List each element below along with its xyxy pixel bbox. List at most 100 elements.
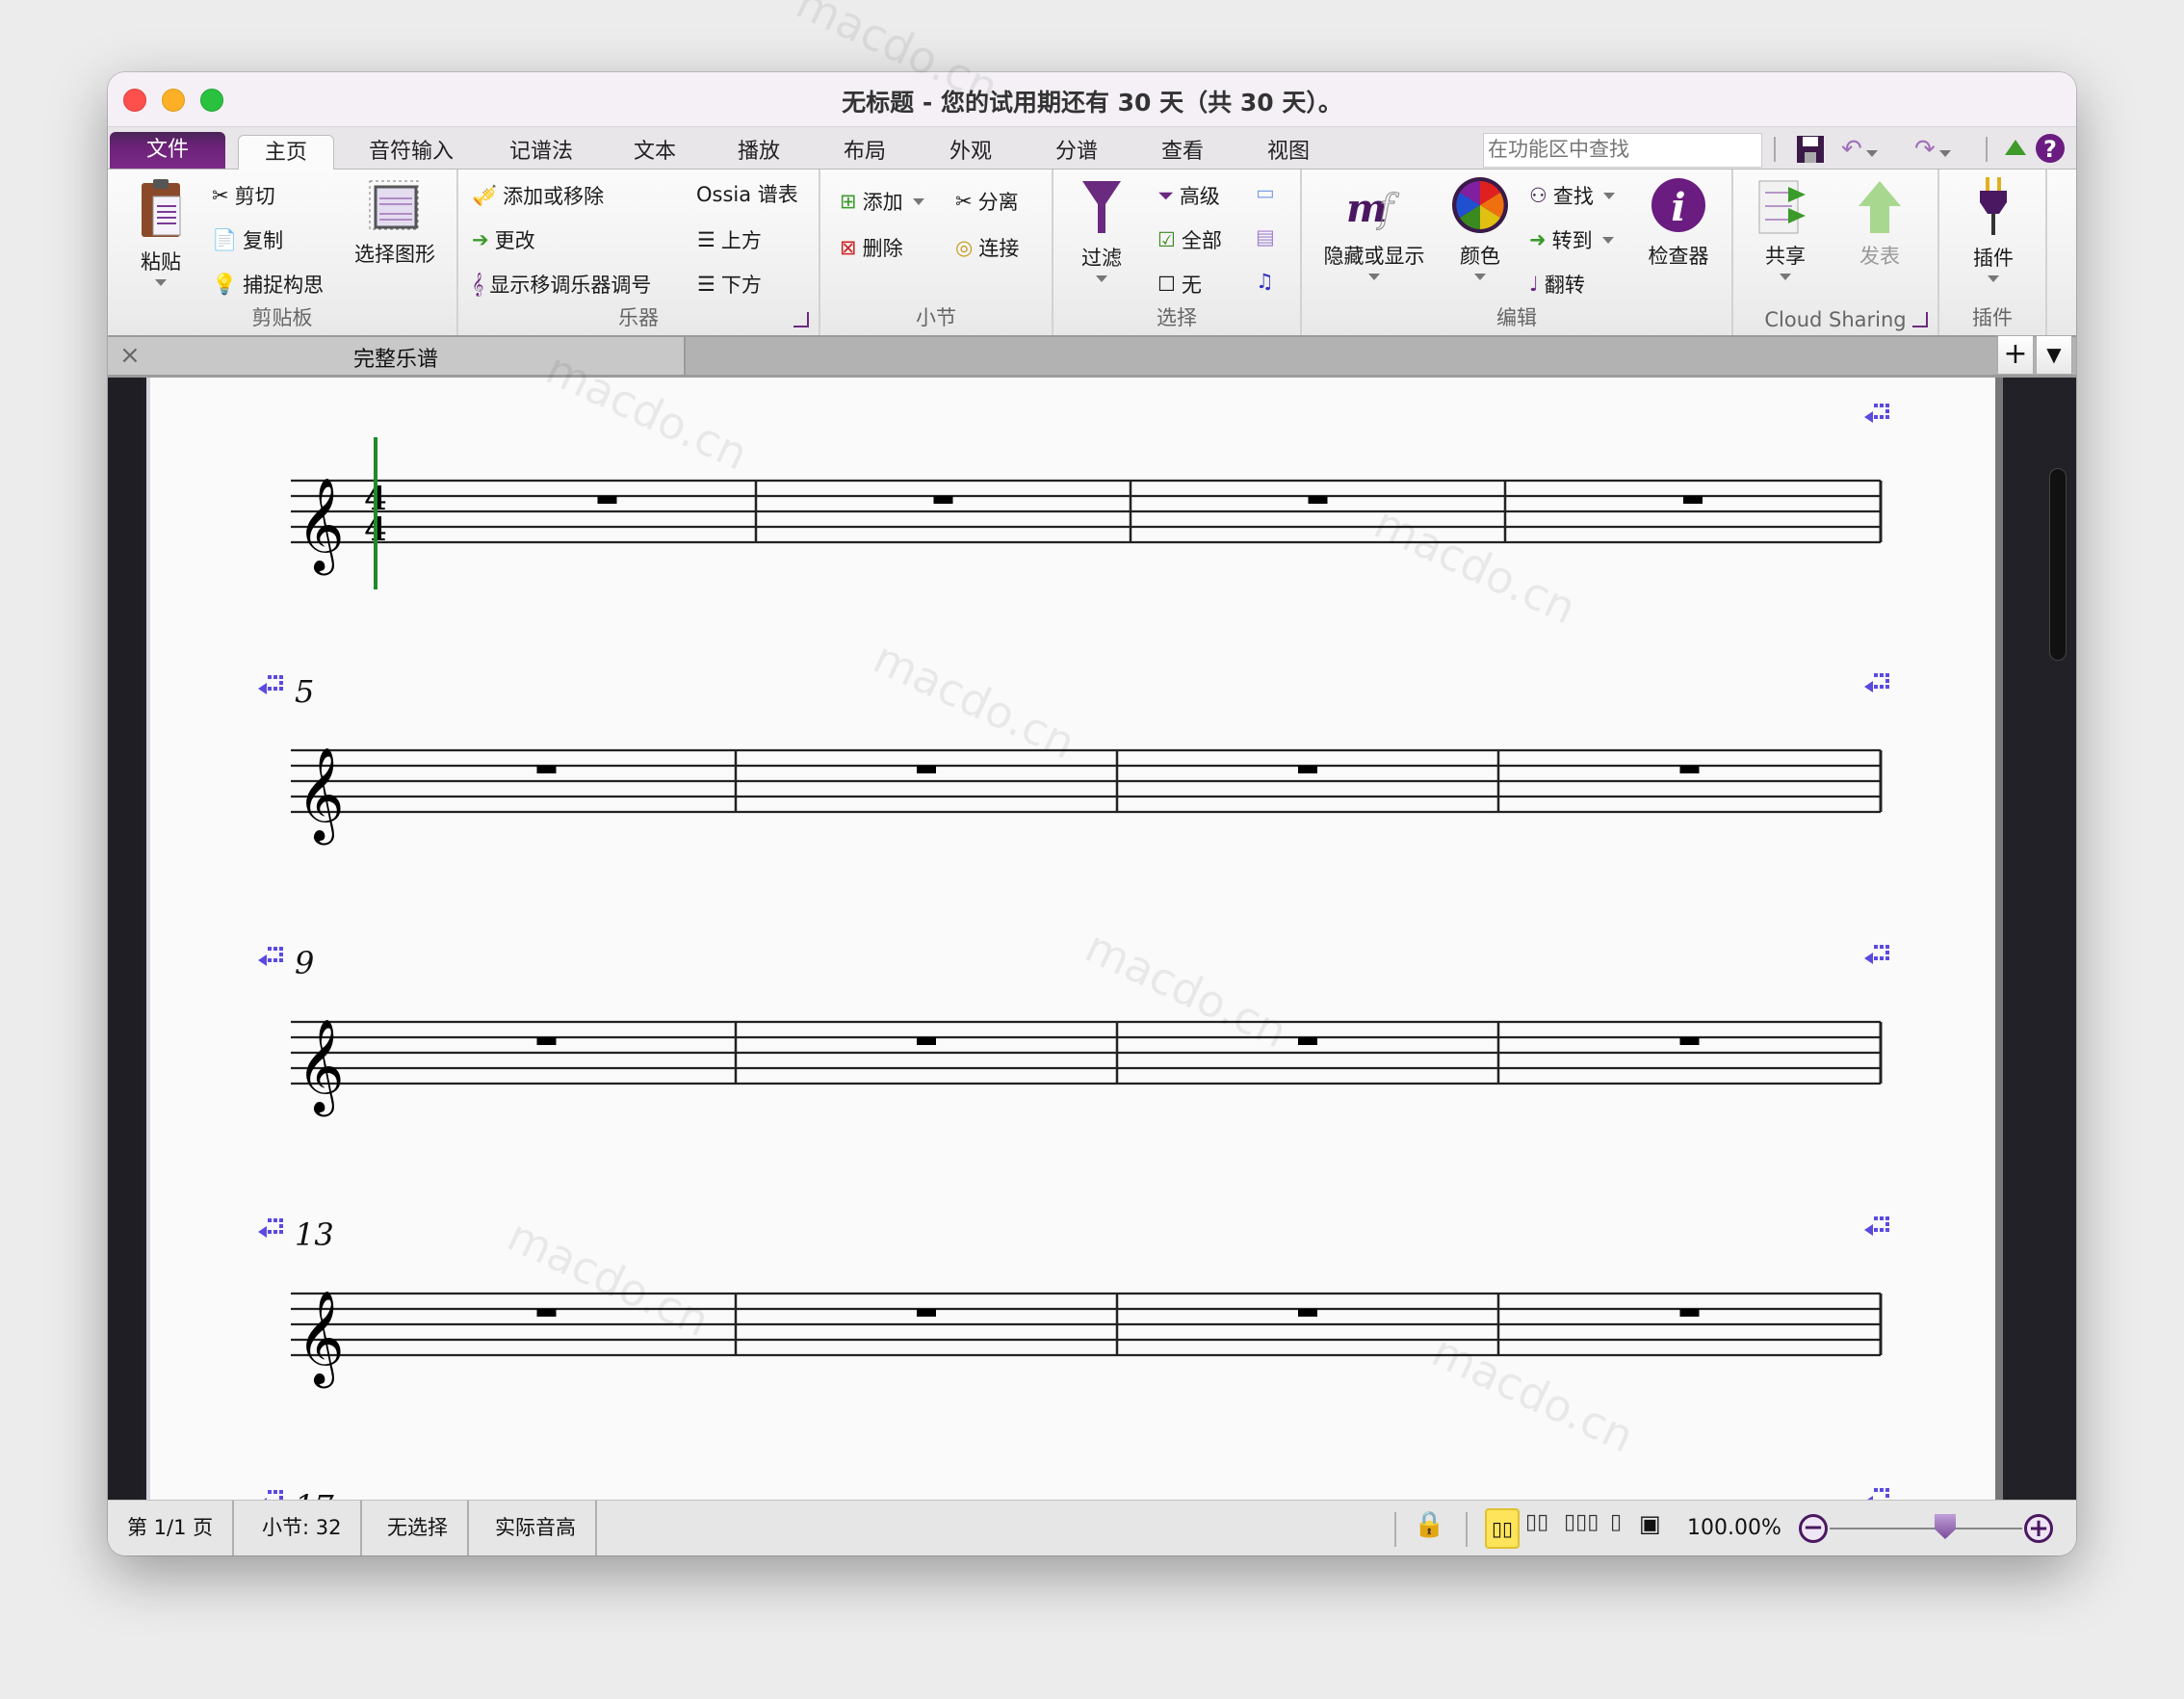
whole-rest	[933, 496, 953, 504]
saxophone-icon: ➔	[472, 228, 489, 251]
tab-file[interactable]: 文件	[110, 132, 225, 169]
zoom-slider-track[interactable]	[1830, 1528, 2022, 1529]
clipboard-icon	[142, 179, 181, 237]
score-page[interactable]: 𝄞44𝄞5𝄞9𝄞13𝄞17	[146, 378, 1995, 1500]
zoom-level: 100.00%	[1687, 1516, 1781, 1540]
share-icon	[1758, 180, 1806, 234]
lock-document-icon[interactable]: 🔒	[1414, 1510, 1444, 1539]
vertical-scrollbar[interactable]	[2049, 468, 2067, 661]
find-button[interactable]: ⚇ 查找	[1529, 181, 1615, 210]
ossia-above-button[interactable]: ☰ 上方	[697, 225, 762, 254]
score-canvas: 𝄞44𝄞5𝄞9𝄞13𝄞17	[108, 378, 2076, 1500]
funnel-icon	[1082, 181, 1121, 233]
divider	[1986, 137, 1988, 162]
tab-view[interactable]: 视图	[1250, 135, 1327, 170]
color-wheel-icon	[1452, 177, 1508, 233]
copy-button[interactable]: 📄 复制	[212, 225, 283, 254]
select-none-button[interactable]: ☐ 无	[1157, 270, 1202, 299]
redo-icon[interactable]: ↷	[1914, 133, 1951, 166]
tab-play[interactable]: 播放	[720, 135, 797, 170]
dialog-launcher-icon[interactable]	[1912, 312, 1928, 327]
system-break-icon	[1864, 945, 1889, 964]
undo-icon[interactable]: ↶	[1841, 133, 1878, 166]
doc-tab-full-score[interactable]: × 完整乐谱	[108, 337, 686, 375]
staff-below-icon: ☰	[697, 273, 715, 296]
select-all-button[interactable]: ☑ 全部	[1157, 225, 1222, 254]
select-graphic-button[interactable]: 选择图形	[347, 179, 443, 268]
zoom-slider-thumb[interactable]	[1935, 1514, 1956, 1539]
view-single-horizontal-button[interactable]: ▯▯▯	[1564, 1510, 1599, 1534]
system-break-icon	[1864, 1216, 1889, 1236]
goto-button[interactable]: ➜ 转到	[1529, 225, 1614, 254]
funnel-pencil-icon: ⏷	[1157, 183, 1174, 207]
dialog-launcher-icon[interactable]	[793, 312, 809, 327]
system-break-icon	[258, 1218, 283, 1238]
view-spreads-horizontal-button[interactable]: ▯▯	[1485, 1508, 1520, 1549]
join-bar-button[interactable]: ◎ 连接	[955, 233, 1019, 262]
show-transposing-button[interactable]: 𝄞 显示移调乐器调号	[472, 270, 651, 299]
whole-rest	[597, 496, 617, 504]
arrow-right-icon: ➜	[1529, 228, 1547, 251]
divider	[1774, 137, 1776, 162]
tab-menu-button[interactable]: ▼	[2036, 335, 2072, 375]
group-cloud-sharing: 共享 发表 Cloud Sharing	[1733, 170, 1939, 335]
color-button[interactable]: 颜色	[1446, 175, 1514, 280]
ribbon-tabs: 文件 主页 音符输入 记谱法 文本 播放 布局 外观 分谱 查看 视图 ↶ ↷ …	[108, 127, 2076, 170]
system-break-icon	[258, 947, 283, 966]
scissors-icon: ✂	[955, 190, 973, 213]
capture-idea-button[interactable]: 💡 捕捉构思	[212, 270, 324, 299]
plugins-button[interactable]: 插件	[1955, 175, 2032, 282]
info-icon: i	[1651, 178, 1705, 232]
divider	[1394, 1512, 1396, 1547]
tab-home[interactable]: 主页	[238, 135, 334, 170]
whole-rest	[1679, 766, 1700, 773]
ossia-below-button[interactable]: ☰ 下方	[697, 270, 762, 299]
select-staff-icon[interactable]: ▭	[1256, 181, 1275, 204]
split-bar-button[interactable]: ✂ 分离	[955, 187, 1019, 216]
select-system-icon[interactable]: ▤	[1256, 225, 1275, 248]
zoom-in-button[interactable]: +	[2024, 1514, 2053, 1543]
view-single-vertical-button[interactable]: ▯	[1610, 1510, 1622, 1534]
tab-text[interactable]: 文本	[616, 135, 693, 170]
title-bar: 无标题 - 您的试用期还有 30 天（共 30 天）。	[108, 72, 2076, 127]
ribbon: 粘贴 ✂ 剪切 📄 复制 💡 捕捉构思 选择图形 剪贴板 🎺 添加或移除 ➔ 更改 𝄞 显示…	[108, 170, 2076, 335]
add-remove-instruments-button[interactable]: 🎺 添加或移除	[472, 181, 604, 210]
add-bar-button[interactable]: ⊞ 添加	[840, 187, 924, 216]
ribbon-search-input[interactable]	[1483, 133, 1762, 168]
publish-button[interactable]: 发表	[1841, 179, 1918, 270]
whole-rest	[917, 1037, 936, 1045]
minimize-ribbon-icon[interactable]	[2003, 135, 2028, 168]
flip-button[interactable]: ♩ 翻转	[1529, 270, 1585, 299]
svg-text:i: i	[1671, 185, 1685, 230]
filter-button[interactable]: 过滤	[1073, 175, 1131, 282]
save-icon[interactable]	[1795, 133, 1826, 166]
delete-bar-button[interactable]: ⊠ 删除	[840, 233, 903, 262]
svg-text:f: f	[1376, 187, 1399, 231]
hide-show-button[interactable]: mf 隐藏或显示	[1321, 179, 1427, 280]
cut-button[interactable]: ✂ 剪切	[212, 181, 275, 210]
share-button[interactable]: 共享	[1747, 179, 1824, 280]
tab-notations[interactable]: 记谱法	[493, 135, 589, 170]
tab-note-input[interactable]: 音符输入	[353, 135, 469, 170]
group-label: 选择	[1157, 306, 1197, 329]
trumpet-icon: 🎺	[472, 183, 498, 207]
whole-rest	[917, 766, 936, 773]
help-icon[interactable]: ?	[2034, 131, 2067, 164]
tab-parts[interactable]: 分谱	[1038, 135, 1115, 170]
tab-layout[interactable]: 布局	[826, 135, 903, 170]
advanced-filter-button[interactable]: ⏷ 高级	[1157, 181, 1220, 210]
inspector-button[interactable]: i 检查器	[1635, 175, 1722, 270]
whole-rest	[917, 1309, 936, 1317]
select-graphic-icon	[369, 180, 419, 230]
tab-appearance[interactable]: 外观	[932, 135, 1009, 170]
treble-clef-icon: 𝄞	[472, 272, 484, 296]
view-spreads-vertical-button[interactable]: ▯▯	[1525, 1510, 1548, 1534]
tab-review[interactable]: 查看	[1144, 135, 1221, 170]
view-panorama-button[interactable]: ▣	[1639, 1510, 1661, 1537]
select-passage-icon[interactable]: ♫	[1256, 270, 1274, 293]
whole-rest	[1298, 766, 1317, 773]
paste-button[interactable]: 粘贴	[127, 177, 195, 286]
add-tab-button[interactable]: +	[1997, 335, 2034, 375]
change-instrument-button[interactable]: ➔ 更改	[472, 225, 535, 254]
zoom-out-button[interactable]: −	[1799, 1514, 1828, 1543]
